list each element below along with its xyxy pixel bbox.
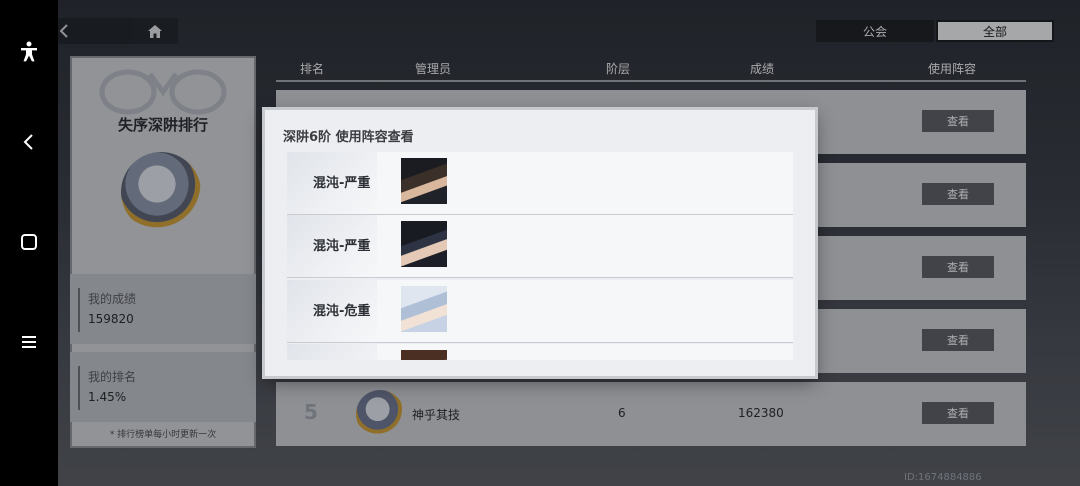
player-avatar <box>121 152 201 232</box>
difficulty-label: 混沌-严重 <box>313 176 371 191</box>
header-lineup: 使用阵容 <box>927 62 977 76</box>
chevron-left-icon[interactable] <box>58 18 80 44</box>
view-lineup-button[interactable]: 查看 <box>922 256 994 278</box>
character-portrait[interactable] <box>401 158 447 204</box>
lineup-list[interactable]: 混沌-严重 混沌-严重 混沌-危重 <box>287 152 793 360</box>
house-icon[interactable] <box>132 18 178 44</box>
difficulty-label: 混沌-危重 <box>313 304 371 319</box>
leaderboard-title: 失序深阱排行 <box>117 116 208 134</box>
manager-avatar <box>356 390 404 438</box>
row-rank: 5 <box>304 400 318 424</box>
manager-name: 神乎其技 <box>412 408 461 422</box>
table-header: 排名 管理员 阶层 成绩 使用阵容 <box>276 58 1026 82</box>
character-portrait[interactable] <box>401 286 447 332</box>
my-score-value: 159820 <box>88 312 134 326</box>
header-manager: 管理员 <box>414 62 452 76</box>
tab-all[interactable]: 全部 <box>936 20 1054 42</box>
list-item: 混沌-严重 <box>287 215 793 278</box>
view-lineup-button[interactable]: 查看 <box>922 183 994 205</box>
list-item <box>287 344 793 360</box>
scope-tabs: 公会 全部 <box>816 20 1054 42</box>
my-rank-value: 1.45% <box>88 390 127 404</box>
lineup-modal: 深阱6阶 使用阵容查看 混沌-严重 混沌-严重 混沌-危重 <box>265 110 815 376</box>
tab-guild[interactable]: 公会 <box>816 20 934 42</box>
menu-icon[interactable] <box>0 322 58 362</box>
header-floor: 阶层 <box>605 62 631 76</box>
view-lineup-button[interactable]: 查看 <box>922 110 994 132</box>
row-score: 162380 <box>738 406 784 420</box>
view-lineup-button[interactable]: 查看 <box>922 402 994 424</box>
header-rank: 排名 <box>299 62 325 76</box>
header-score: 成绩 <box>749 62 775 76</box>
stat-marker <box>78 288 80 332</box>
my-rank-box: 我的排名 1.45% <box>70 352 256 422</box>
my-score-label: 我的成绩 <box>88 292 137 306</box>
character-portrait[interactable] <box>401 350 447 360</box>
stat-marker <box>78 366 80 410</box>
table-row: 5 神乎其技 6 162380 查看 <box>276 382 1026 446</box>
my-rank-label: 我的排名 <box>88 370 137 384</box>
accessibility-icon[interactable] <box>0 32 58 72</box>
list-item: 混沌-严重 <box>287 152 793 215</box>
difficulty-label: 混沌-严重 <box>313 239 371 254</box>
character-portrait[interactable] <box>401 221 447 267</box>
my-score-box: 我的成绩 159820 <box>70 274 256 344</box>
update-footnote: * 排行榜单每小时更新一次 <box>109 430 217 440</box>
user-id-label: ID:1674884886 <box>904 472 982 483</box>
list-item: 混沌-危重 <box>287 280 793 343</box>
square-home-icon[interactable] <box>0 222 58 262</box>
view-lineup-button[interactable]: 查看 <box>922 329 994 351</box>
player-summary-card: 失序深阱排行 我的成绩 159820 我的排名 1.45% * 排行榜单每小时更… <box>70 56 256 448</box>
system-nav-bar <box>0 0 58 486</box>
emblem-logo <box>99 69 227 115</box>
modal-title: 深阱6阶 使用阵容查看 <box>283 130 414 145</box>
row-floor: 6 <box>618 406 626 420</box>
back-icon[interactable] <box>0 122 58 162</box>
row-watermark <box>287 344 377 360</box>
